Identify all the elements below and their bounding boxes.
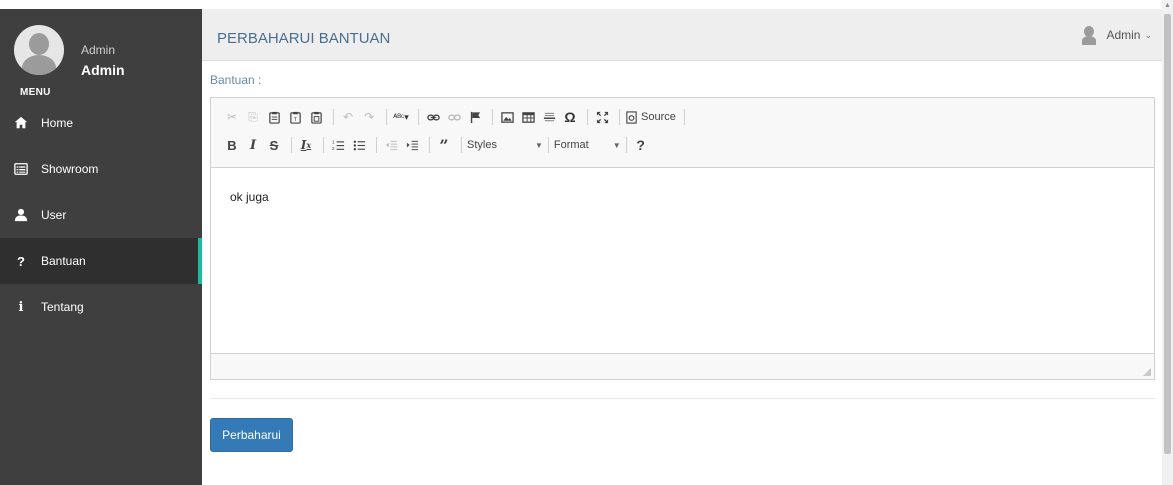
unlink-icon[interactable]	[445, 107, 463, 127]
editor-text: ok juga	[230, 190, 269, 204]
sidebar: Admin Admin MENU Home Showroom User ? Ba…	[0, 9, 202, 485]
help-button[interactable]: ?	[632, 135, 650, 155]
rich-text-editor: ✂ ⎘ T ↶ ↷ ᴬᴮᶜ▾ Ω Source B I S I x 1 2 ” …	[210, 97, 1155, 380]
resize-grip-icon[interactable]	[1143, 368, 1151, 376]
list-icon	[14, 162, 28, 176]
spellcheck-icon[interactable]: ᴬᴮᶜ▾	[392, 107, 410, 127]
bold-icon[interactable]: B	[223, 135, 241, 155]
app-window: Admin Admin MENU Home Showroom User ? Ba…	[0, 0, 1173, 485]
image-icon[interactable]	[498, 107, 516, 127]
info-icon: i	[18, 299, 24, 315]
avatar-head	[29, 33, 49, 55]
strikethrough-icon[interactable]: S	[265, 135, 283, 155]
main-content: PERBAHARUI BANTUAN Admin ⌄ Bantuan : ✂ ⎘…	[202, 9, 1162, 485]
undo-icon[interactable]: ↶	[339, 107, 357, 127]
table-icon[interactable]	[519, 107, 537, 127]
toolbar-separator	[625, 137, 627, 153]
source-label: Source	[641, 111, 676, 123]
dropdown-arrow-icon: ▼	[534, 140, 543, 150]
outdent-icon[interactable]	[382, 135, 400, 155]
toolbar-row-1: ✂ ⎘ T ↶ ↷ ᴬᴮᶜ▾ Ω Source	[223, 106, 690, 128]
topbar: PERBAHARUI BANTUAN Admin ⌄	[202, 9, 1162, 61]
sidebar-item-user[interactable]: User	[0, 192, 202, 238]
blockquote-icon[interactable]: ”	[435, 135, 453, 155]
remove-format-icon[interactable]: Ix	[297, 135, 315, 155]
form-divider	[210, 398, 1155, 399]
cut-icon[interactable]: ✂	[223, 107, 241, 127]
home-icon	[14, 116, 28, 130]
scroll-up-arrow-icon[interactable]: ▲	[1164, 2, 1171, 9]
toolbar-separator	[547, 137, 549, 153]
italic-icon[interactable]: I	[244, 135, 262, 155]
user-icon	[14, 208, 28, 222]
paste-icon[interactable]	[265, 107, 283, 127]
copy-icon[interactable]: ⎘	[244, 107, 262, 127]
user-role: Admin	[81, 43, 116, 57]
styles-label: Styles	[467, 139, 497, 151]
chevron-down-icon: ⌄	[1144, 29, 1152, 40]
toolbar-separator	[386, 109, 387, 125]
format-dropdown[interactable]: Format ▼	[554, 136, 621, 154]
avatar-body	[22, 55, 56, 75]
format-label: Format	[553, 139, 589, 151]
user-menu-label: Admin	[1106, 28, 1141, 42]
avatar[interactable]	[14, 25, 64, 75]
redo-icon[interactable]: ↷	[360, 107, 378, 127]
source-icon	[626, 110, 637, 124]
toolbar-separator	[429, 137, 430, 153]
toolbar-separator	[291, 137, 292, 153]
paste-word-icon[interactable]	[307, 107, 325, 127]
special-char-omega-icon[interactable]: Ω	[561, 107, 579, 127]
question-icon: ?	[17, 253, 25, 269]
bulleted-list-icon[interactable]	[350, 135, 368, 155]
sidebar-item-label: Bantuan	[41, 254, 86, 268]
anchor-flag-icon[interactable]	[466, 107, 484, 127]
user-menu-dropdown[interactable]: Admin ⌄	[1082, 26, 1152, 45]
bantuan-field-label: Bantuan :	[210, 73, 262, 87]
menu-label: MENU	[20, 87, 51, 98]
horizontal-rule-icon[interactable]	[540, 107, 558, 127]
perbaharui-button[interactable]: Perbaharui	[210, 418, 293, 452]
source-button[interactable]: Source	[625, 107, 676, 127]
toolbar-row-2: B I S Ix 12 ” Styles ▼ Format ▼ ?	[223, 134, 653, 156]
maximize-icon[interactable]	[593, 107, 611, 127]
sidebar-item-label: Tentang	[41, 300, 84, 314]
toolbar-separator	[323, 137, 324, 153]
page-title: PERBAHARUI BANTUAN	[217, 30, 391, 47]
sidebar-item-tentang[interactable]: i Tentang	[0, 284, 202, 330]
dropdown-arrow-icon: ▼	[612, 140, 621, 150]
paste-text-icon[interactable]: T	[286, 107, 304, 127]
indent-icon[interactable]	[403, 135, 421, 155]
page-scrollbar[interactable]: ▲	[1162, 0, 1173, 485]
toolbar-separator	[461, 137, 462, 153]
toolbar-separator	[418, 109, 419, 125]
toolbar-separator	[587, 109, 588, 125]
sidebar-profile: Admin Admin MENU	[0, 9, 202, 100]
sidebar-item-label: Home	[41, 116, 74, 130]
editor-content-area[interactable]: ok juga	[211, 168, 1154, 354]
svg-text:1: 1	[332, 139, 335, 144]
user-name: Admin	[81, 62, 125, 78]
link-icon[interactable]	[424, 107, 442, 127]
toolbar-separator	[492, 109, 493, 125]
toolbar-separator	[376, 137, 377, 153]
sidebar-item-bantuan[interactable]: ? Bantuan	[0, 238, 202, 284]
sidebar-item-home[interactable]: Home	[0, 100, 202, 146]
styles-dropdown[interactable]: Styles ▼	[467, 136, 543, 154]
toolbar-separator	[619, 109, 620, 125]
sidebar-item-label: Showroom	[41, 162, 99, 176]
svg-text:2: 2	[332, 146, 335, 151]
editor-toolbar: ✂ ⎘ T ↶ ↷ ᴬᴮᶜ▾ Ω Source B I S I x 1 2 ” …	[211, 98, 1154, 168]
sidebar-item-showroom[interactable]: Showroom	[0, 146, 202, 192]
svg-text:T: T	[293, 117, 297, 123]
user-avatar-icon	[1082, 26, 1097, 45]
numbered-list-icon[interactable]: 12	[329, 135, 347, 155]
scrollbar-thumb[interactable]	[1164, 14, 1171, 454]
sidebar-item-label: User	[41, 208, 67, 222]
sidebar-nav: Home Showroom User ? Bantuan i Tentang	[0, 100, 202, 330]
toolbar-separator	[333, 109, 334, 125]
toolbar-separator	[683, 109, 685, 125]
